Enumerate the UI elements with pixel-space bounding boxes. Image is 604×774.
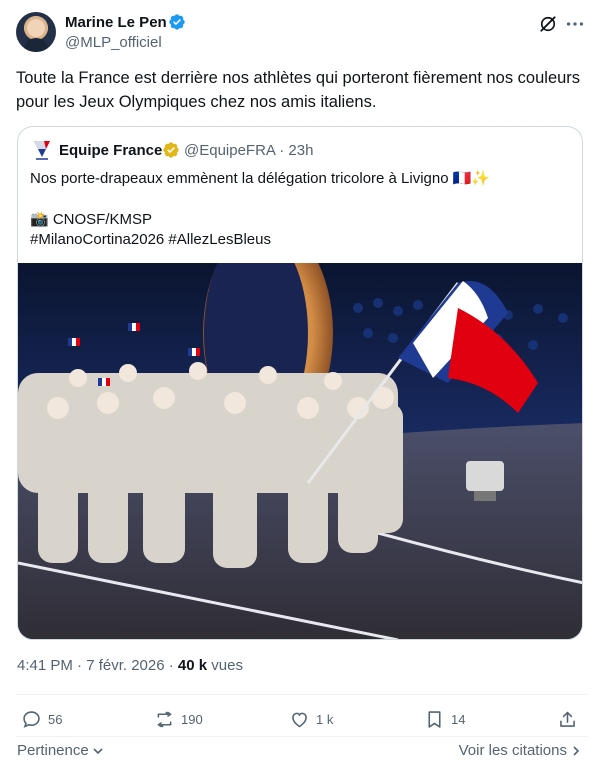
share-button[interactable] [557, 707, 584, 731]
action-bar: 56 190 1 k 14 [16, 707, 588, 731]
quote-hashtags[interactable]: #MilanoCortina2026 #AllezLesBleus [30, 230, 570, 251]
quote-text: Nos porte-drapeaux emmènent la délégatio… [30, 169, 570, 251]
views-label: vues [207, 657, 243, 674]
repost-count: 190 [181, 711, 203, 727]
quoted-tweet[interactable]: Equipe France @EquipeFRA · 23h Nos porte… [17, 126, 583, 640]
reply-icon [23, 710, 40, 728]
tweet-meta: 4:41 PM · 7 févr. 2026 · 40 k vues [17, 657, 243, 674]
sort-label: Pertinence [17, 742, 89, 759]
tweet-text: Toute la France est derrière nos athlète… [16, 69, 581, 111]
equipe-france-logo-icon [34, 141, 50, 160]
avatar[interactable] [16, 12, 56, 52]
more-options-icon[interactable] [564, 14, 586, 34]
reply-count: 56 [48, 711, 63, 727]
bookmark-count: 14 [451, 711, 466, 727]
quote-text-gap [30, 190, 570, 210]
chevron-down-icon [93, 747, 103, 754]
tweet-timestamp[interactable]: 4:41 PM · 7 févr. 2026 · [17, 657, 178, 674]
bookmark-button[interactable]: 14 [424, 707, 465, 731]
bookmark-icon [428, 710, 441, 728]
view-quotes-label: Voir les citations [458, 742, 567, 759]
heart-icon [292, 712, 307, 727]
view-quotes-link[interactable]: Voir les citations [459, 742, 582, 759]
quote-photo[interactable] [18, 263, 583, 640]
like-count: 1 k [316, 711, 334, 727]
quote-handle-time[interactable]: @EquipeFRA · 23h [184, 142, 313, 159]
author-handle[interactable]: @MLP_officiel [65, 34, 162, 51]
quote-author-name[interactable]: Equipe France [59, 142, 162, 159]
grok-icon[interactable] [538, 14, 558, 34]
author-name[interactable]: Marine Le Pen [65, 14, 167, 31]
divider [16, 736, 588, 737]
quote-text-line: Nos porte-drapeaux emmènent la délégatio… [30, 170, 491, 187]
sort-dropdown[interactable]: Pertinence [17, 742, 104, 759]
tweet-header: Marine Le Pen @MLP_officiel [16, 12, 588, 54]
reply-button[interactable]: 56 [21, 707, 62, 731]
repost-icon [157, 711, 172, 727]
repost-button[interactable]: 190 [154, 707, 203, 731]
verified-gold-badge-icon [163, 142, 179, 158]
like-button[interactable]: 1 k [289, 707, 333, 731]
views-count: 40 k [177, 657, 208, 674]
verified-badge-icon [169, 14, 185, 30]
quote-photo-credit: 📸 CNOSF/KMSP [30, 210, 153, 228]
chevron-right-icon [573, 745, 580, 756]
divider [16, 694, 588, 695]
share-icon [560, 711, 575, 727]
